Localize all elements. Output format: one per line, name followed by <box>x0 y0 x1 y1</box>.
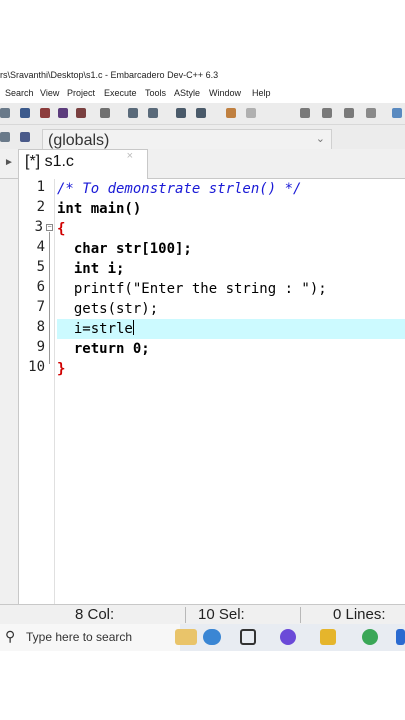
status-divider <box>185 607 186 623</box>
code-text: int main() <box>57 201 142 217</box>
unindent-icon[interactable] <box>196 108 206 118</box>
line-number: 10 <box>28 359 45 375</box>
menu-tools[interactable]: Tools <box>145 88 166 98</box>
goto-bookmark-icon[interactable] <box>322 108 332 118</box>
file-explorer-icon[interactable] <box>320 629 336 645</box>
chrome-icon[interactable] <box>362 629 378 645</box>
save-icon[interactable] <box>20 108 30 118</box>
class-browser-icon[interactable] <box>20 132 30 142</box>
window-title: rs\Sravanthi\Desktop\s1.c - Embarcadero … <box>0 70 219 80</box>
status-sel: 10 Sel: <box>198 606 245 623</box>
main-toolbar <box>0 103 405 125</box>
code-line: return 0; <box>57 339 405 359</box>
menu-bar: Search View Project Execute Tools AStyle… <box>0 85 405 103</box>
open-icon[interactable] <box>0 108 10 118</box>
line-number: 1 <box>36 179 45 195</box>
menu-help[interactable]: Help <box>252 88 271 98</box>
widgets-icon[interactable] <box>175 629 197 645</box>
class-toolbar: (globals) ⌄ <box>0 125 405 151</box>
taskbar-search-placeholder: Type here to search <box>26 630 133 644</box>
status-bar: 8 Col: 10 Sel: 0 Lines: <box>0 604 405 624</box>
editor-tabs: ► [*] s1.c × <box>0 149 405 179</box>
close-tab-icon[interactable]: × <box>127 150 133 162</box>
code-text: printf("Enter the string : "); <box>57 281 327 297</box>
code-text: return 0; <box>57 341 150 357</box>
line-number: 6 <box>36 279 45 295</box>
code-text: char str[100]; <box>57 241 192 257</box>
menu-project[interactable]: Project <box>67 88 95 98</box>
chevron-down-icon: ⌄ <box>315 133 325 145</box>
status-lines: 0 Lines: <box>333 606 386 623</box>
copilot-icon[interactable] <box>280 629 296 645</box>
code-line: { <box>57 219 405 239</box>
search-icon: ⚲ <box>5 628 16 644</box>
replace-icon[interactable] <box>148 108 158 118</box>
indent-icon[interactable] <box>176 108 186 118</box>
code-line: int i; <box>57 259 405 279</box>
code-text: int i; <box>57 261 125 277</box>
code-line: gets(str); <box>57 299 405 319</box>
line-number: 8 <box>36 319 45 335</box>
code-text: gets(str); <box>57 301 159 317</box>
line-number-gutter: 1 2 3 − 4 5 6 7 8 9 10 <box>19 179 55 604</box>
close-file-icon[interactable] <box>58 108 68 118</box>
bookmark-icon[interactable] <box>300 108 310 118</box>
tab-label: [*] s1.c <box>25 153 74 170</box>
code-line: int main() <box>57 199 405 219</box>
toggle-bookmark-icon[interactable] <box>344 108 354 118</box>
code-text: } <box>57 361 66 377</box>
scope-dropdown[interactable]: (globals) ⌄ <box>42 129 332 151</box>
code-text: /* To demonstrate strlen() */ <box>57 181 302 197</box>
compile-icon[interactable] <box>392 108 402 118</box>
save-all-icon[interactable] <box>40 108 50 118</box>
code-line: /* To demonstrate strlen() */ <box>57 179 405 199</box>
redo-icon[interactable] <box>246 108 256 118</box>
tab-s1c[interactable]: [*] s1.c × <box>18 149 148 179</box>
line-number: 9 <box>36 339 45 355</box>
new-class-icon[interactable] <box>0 132 10 142</box>
line-number: 7 <box>36 299 45 315</box>
menu-astyle[interactable]: AStyle <box>174 88 200 98</box>
code-line: char str[100]; <box>57 239 405 259</box>
menu-view[interactable]: View <box>40 88 59 98</box>
line-number: 3 <box>34 219 43 235</box>
line-number: 4 <box>36 239 45 255</box>
goto-line-icon[interactable] <box>366 108 376 118</box>
taskbar-search[interactable]: ⚲ Type here to search <box>0 624 180 651</box>
windows-taskbar: ⚲ Type here to search <box>0 624 405 651</box>
fold-guide <box>49 232 50 364</box>
line-number: 5 <box>36 259 45 275</box>
scope-value: (globals) <box>48 132 110 149</box>
code-text: { <box>57 221 66 237</box>
title-bar: rs\Sravanthi\Desktop\s1.c - Embarcadero … <box>0 65 405 85</box>
code-line: } <box>57 359 405 379</box>
status-divider <box>300 607 301 623</box>
undo-icon[interactable] <box>226 108 236 118</box>
tab-arrow-icon[interactable]: ► <box>4 157 14 168</box>
code-area[interactable]: /* To demonstrate strlen() */ int main()… <box>57 179 405 604</box>
find-icon[interactable] <box>128 108 138 118</box>
current-code-line: i=strle <box>57 319 405 339</box>
menu-window[interactable]: Window <box>209 88 241 98</box>
task-view-icon[interactable] <box>240 629 256 645</box>
print-icon[interactable] <box>100 108 110 118</box>
line-number: 2 <box>36 199 45 215</box>
code-text: i=strle <box>57 321 133 337</box>
status-col: 8 Col: <box>75 606 115 623</box>
menu-execute[interactable]: Execute <box>104 88 137 98</box>
fold-toggle-icon[interactable]: − <box>46 224 53 231</box>
code-editor[interactable]: 1 2 3 − 4 5 6 7 8 9 10 /* To demonstrate… <box>18 179 405 604</box>
code-line: printf("Enter the string : "); <box>57 279 405 299</box>
text-caret <box>132 320 134 335</box>
user-icon[interactable] <box>203 629 221 645</box>
close-all-icon[interactable] <box>76 108 86 118</box>
devcpp-window: rs\Sravanthi\Desktop\s1.c - Embarcadero … <box>0 65 405 651</box>
app-icon[interactable] <box>396 629 405 645</box>
menu-search[interactable]: Search <box>5 88 34 98</box>
